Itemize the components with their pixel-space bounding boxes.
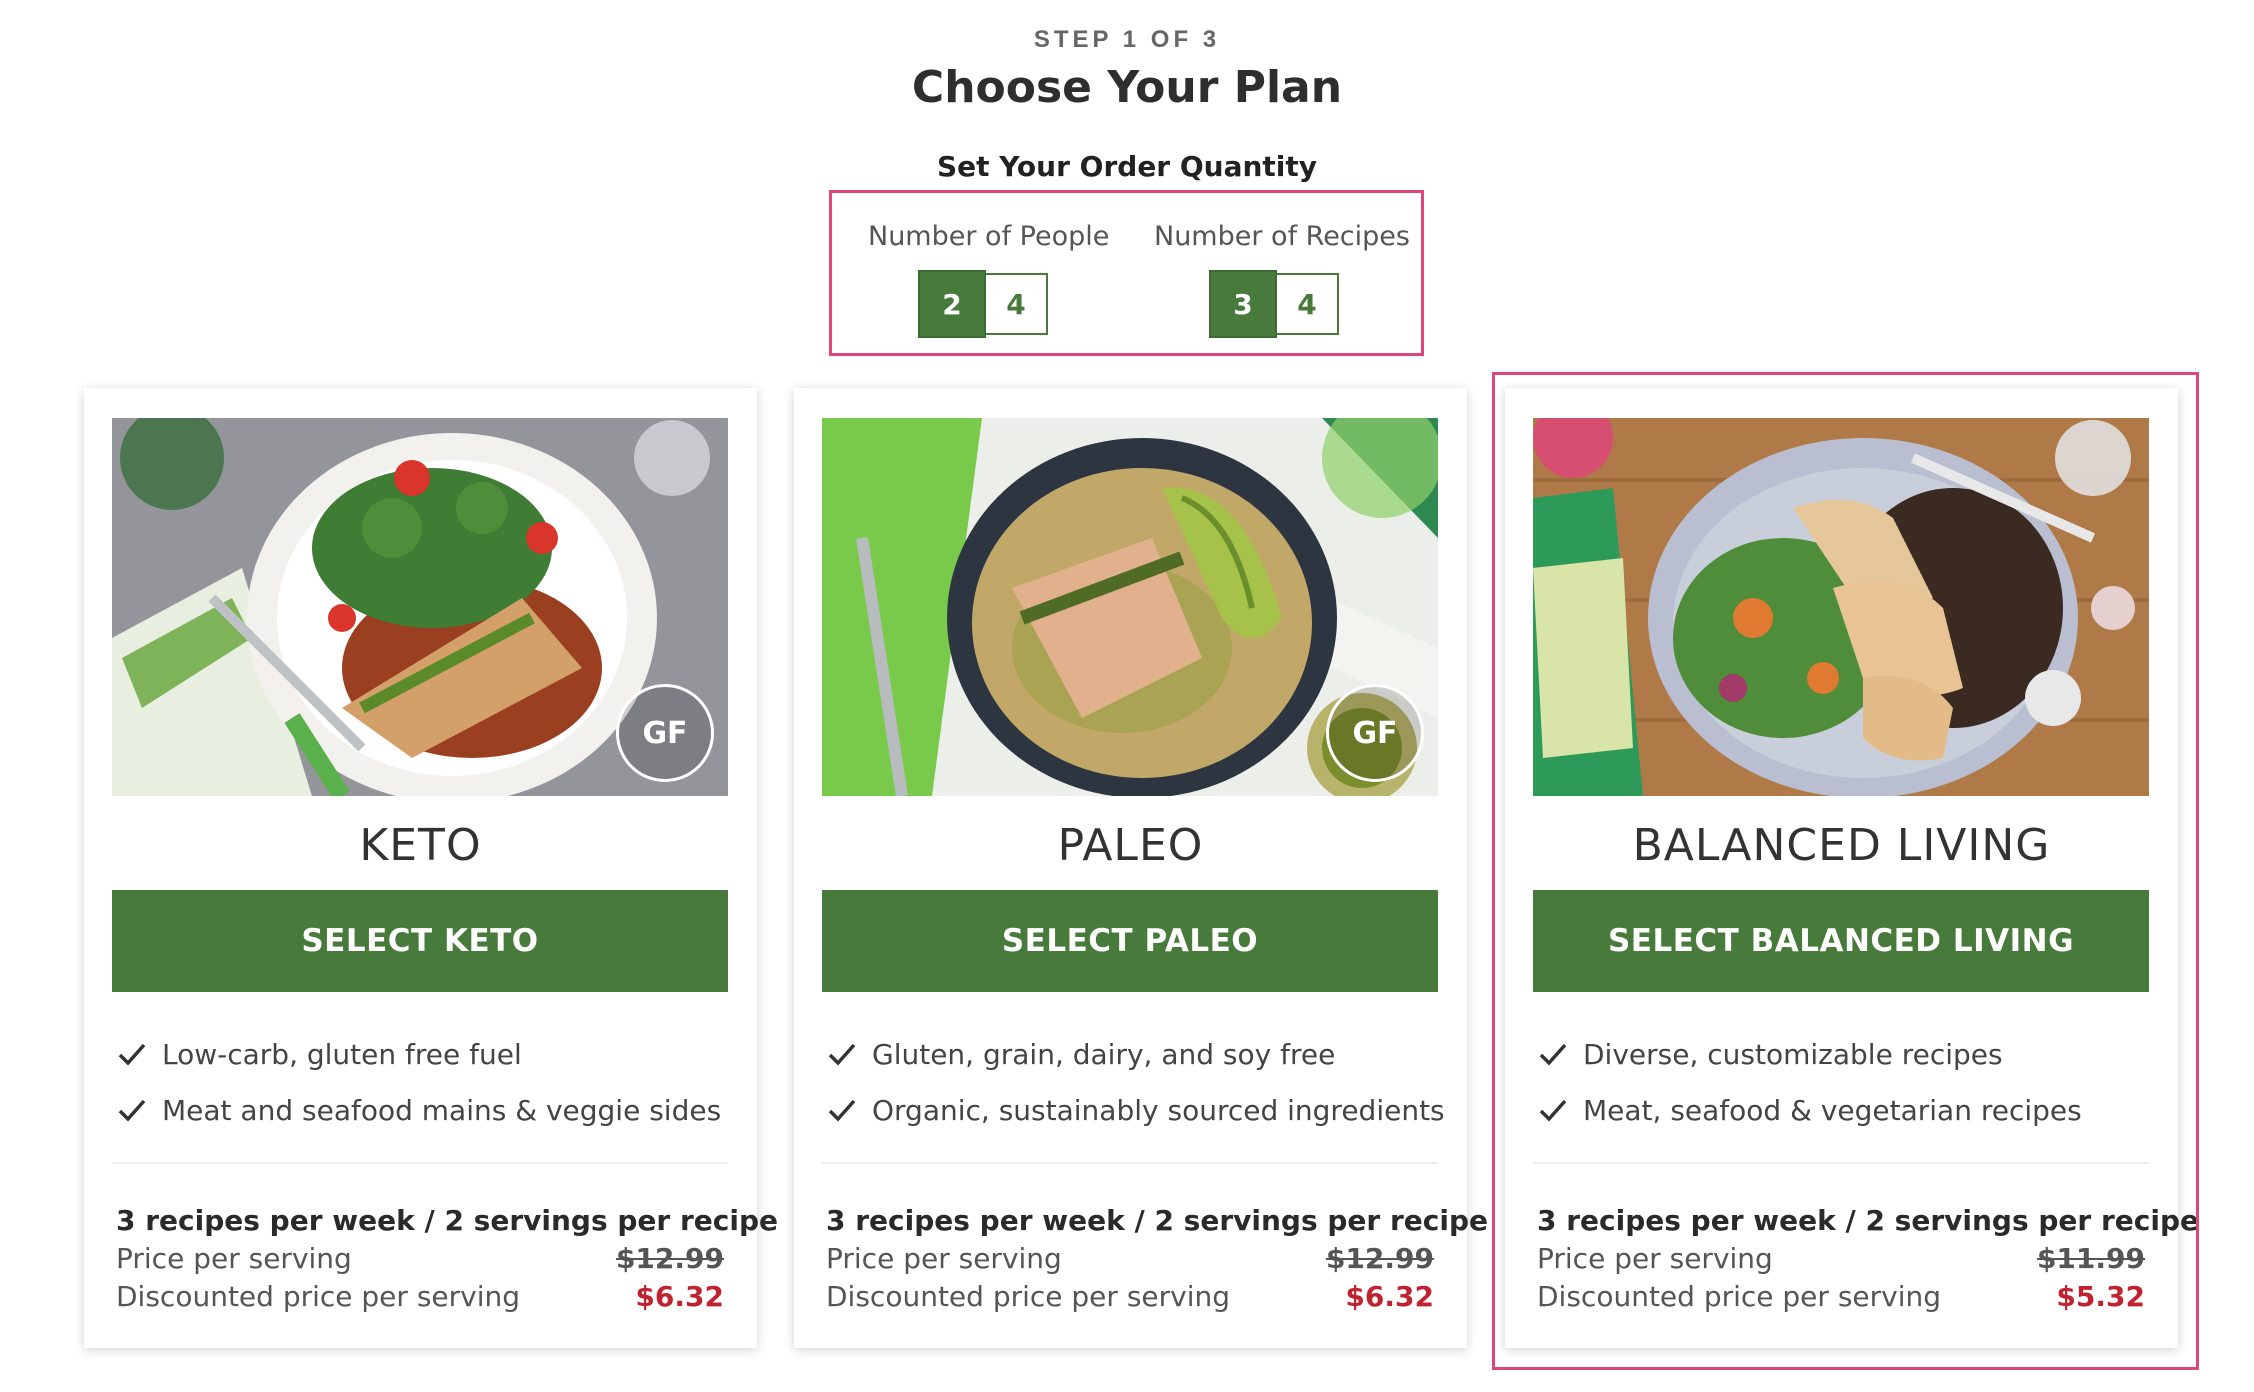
divider <box>112 1162 728 1164</box>
feature-item: Diverse, customizable recipes <box>1537 1026 2082 1082</box>
feature-item: Meat, seafood & vegetarian recipes <box>1537 1082 2082 1138</box>
discounted-price: $6.32 <box>1345 1280 1434 1313</box>
discount-row: Discounted price per serving $6.32 <box>116 1280 724 1318</box>
balanced-living-meal-image <box>1533 418 2149 796</box>
feature-text: Meat, seafood & vegetarian recipes <box>1583 1093 2082 1127</box>
recipes-option-3[interactable]: 3 <box>1209 270 1277 338</box>
people-option-2[interactable]: 2 <box>918 270 986 338</box>
checkmark-icon <box>1539 1099 1567 1122</box>
feature-text: Meat and seafood mains & veggie sides <box>162 1093 722 1127</box>
recipes-selector: Number of Recipes 3 4 <box>1154 221 1410 338</box>
feature-item: Low-carb, gluten free fuel <box>116 1026 721 1082</box>
people-selector: Number of People 2 4 <box>868 221 1110 338</box>
price-label: Price per serving <box>116 1242 352 1275</box>
divider <box>822 1162 1438 1164</box>
discounted-price: $5.32 <box>2056 1280 2145 1313</box>
discounted-price: $6.32 <box>635 1280 724 1313</box>
checkmark-icon <box>118 1099 146 1122</box>
recipes-option-4[interactable]: 4 <box>1277 273 1339 335</box>
price-label: Price per serving <box>826 1242 1062 1275</box>
pricing-block: 3 recipes per week / 2 servings per reci… <box>826 1204 1489 1318</box>
feature-text: Gluten, grain, dairy, and soy free <box>872 1037 1336 1071</box>
people-option-4[interactable]: 4 <box>986 273 1048 335</box>
discount-row: Discounted price per serving $5.32 <box>1537 1280 2145 1318</box>
people-label: Number of People <box>868 221 1110 252</box>
original-price: $12.99 <box>615 1242 724 1275</box>
recipes-toggle: 3 4 <box>1154 270 1394 338</box>
checkmark-icon <box>1539 1043 1567 1066</box>
discount-label: Discounted price per serving <box>116 1280 521 1313</box>
plan-card-paleo: GF PALEO SELECT PALEO Gluten, grain, dai… <box>794 388 1489 1348</box>
feature-text: Low-carb, gluten free fuel <box>162 1037 522 1071</box>
plan-name: BALANCED LIVING <box>1632 820 2051 871</box>
select-keto-button[interactable]: SELECT KETO <box>112 890 728 992</box>
checkmark-icon <box>118 1043 146 1066</box>
step-indicator: STEP 1 OF 3 <box>1033 26 1221 53</box>
feature-text: Organic, sustainably sourced ingredients <box>872 1093 1445 1127</box>
discount-row: Discounted price per serving $6.32 <box>826 1280 1434 1318</box>
plan-card-keto: GF KETO SELECT KETO Low-carb, gluten fre… <box>84 388 779 1348</box>
recipes-label: Number of Recipes <box>1154 221 1410 252</box>
plan-summary: 3 recipes per week / 2 servings per reci… <box>826 1204 1489 1237</box>
checkmark-icon <box>828 1043 856 1066</box>
plan-card-balanced-living: BALANCED LIVING SELECT BALANCED LIVING D… <box>1505 388 2200 1348</box>
plan-name: KETO <box>359 820 482 871</box>
discount-label: Discounted price per serving <box>826 1280 1231 1313</box>
feature-list: Diverse, customizable recipes Meat, seaf… <box>1537 1026 2082 1138</box>
price-row: Price per serving $11.99 <box>1537 1242 2145 1280</box>
original-price: $11.99 <box>2036 1242 2145 1275</box>
plan-name: PALEO <box>1057 820 1204 871</box>
people-toggle: 2 4 <box>868 270 1098 338</box>
feature-list: Gluten, grain, dairy, and soy free Organ… <box>826 1026 1445 1138</box>
pricing-block: 3 recipes per week / 2 servings per reci… <box>1537 1204 2200 1318</box>
feature-text: Diverse, customizable recipes <box>1583 1037 2003 1071</box>
checkmark-icon <box>828 1099 856 1122</box>
quantity-selector: Number of People 2 4 Number of Recipes 3… <box>829 190 1424 356</box>
feature-item: Organic, sustainably sourced ingredients <box>826 1082 1445 1138</box>
gluten-free-badge: GF <box>616 684 714 782</box>
page-title: Choose Your Plan <box>911 62 1343 113</box>
discount-label: Discounted price per serving <box>1537 1280 1942 1313</box>
plan-summary: 3 recipes per week / 2 servings per reci… <box>1537 1204 2200 1237</box>
price-label: Price per serving <box>1537 1242 1773 1275</box>
price-row: Price per serving $12.99 <box>826 1242 1434 1280</box>
quantity-heading: Set Your Order Quantity <box>936 150 1318 183</box>
price-row: Price per serving $12.99 <box>116 1242 724 1280</box>
divider <box>1533 1162 2149 1164</box>
feature-list: Low-carb, gluten free fuel Meat and seaf… <box>116 1026 721 1138</box>
feature-item: Gluten, grain, dairy, and soy free <box>826 1026 1445 1082</box>
gluten-free-badge: GF <box>1326 684 1424 782</box>
feature-item: Meat and seafood mains & veggie sides <box>116 1082 721 1138</box>
pricing-block: 3 recipes per week / 2 servings per reci… <box>116 1204 779 1318</box>
select-paleo-button[interactable]: SELECT PALEO <box>822 890 1438 992</box>
original-price: $12.99 <box>1325 1242 1434 1275</box>
select-balanced-living-button[interactable]: SELECT BALANCED LIVING <box>1533 890 2149 992</box>
paleo-meal-image: GF <box>822 418 1438 796</box>
keto-meal-image: GF <box>112 418 728 796</box>
plan-summary: 3 recipes per week / 2 servings per reci… <box>116 1204 779 1237</box>
